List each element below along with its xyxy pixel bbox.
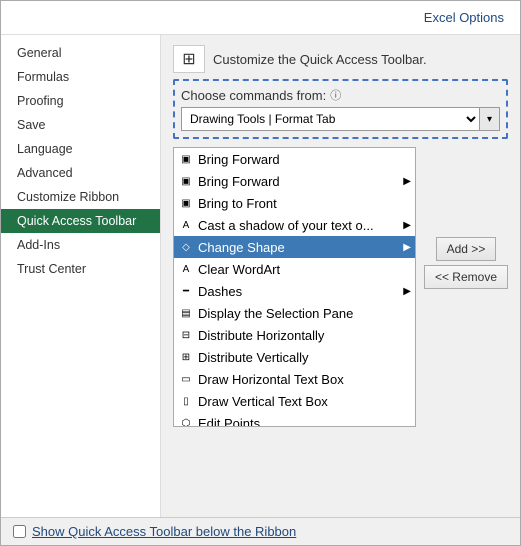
dialog-content: GeneralFormulasProofingSaveLanguageAdvan…	[1, 35, 520, 517]
cmd-label-12: Draw Vertical Text Box	[198, 394, 328, 409]
cmd-item-6[interactable]: A Clear WordArt	[174, 258, 415, 280]
bottom-bar-text[interactable]: Show Quick Access Toolbar below the Ribb…	[32, 524, 296, 539]
cmd-item-10[interactable]: ⊞ Distribute Vertically	[174, 346, 415, 368]
sidebar-item-advanced[interactable]: Advanced	[1, 161, 160, 185]
cmd-icon-4: A	[178, 217, 194, 233]
cmd-label-9: Distribute Horizontally	[198, 328, 324, 343]
cmd-item-1[interactable]: ▣ Bring Forward	[174, 148, 415, 170]
bottom-bar: Show Quick Access Toolbar below the Ribb…	[1, 517, 520, 545]
sidebar-item-quick-access-toolbar[interactable]: Quick Access Toolbar	[1, 209, 160, 233]
cmd-label-10: Distribute Vertically	[198, 350, 309, 365]
cmd-icon-8: ▤	[178, 305, 194, 321]
title-text: Excel Options	[424, 10, 504, 25]
dropdown-arrow-button[interactable]: ▾	[480, 107, 500, 131]
cmd-label-13: Edit Points	[198, 416, 260, 428]
cmd-label-7: Dashes	[198, 284, 242, 299]
cmd-item-4[interactable]: A Cast a shadow of your text o... ▶	[174, 214, 415, 236]
cmd-icon-7: ━	[178, 283, 194, 299]
cmd-label-3: Bring to Front	[198, 196, 277, 211]
cmd-icon-2: ▣	[178, 173, 194, 189]
dropdown-row: Drawing Tools | Format Tab ▾	[181, 107, 500, 131]
cmd-label-6: Clear WordArt	[198, 262, 280, 277]
sidebar-item-trust-center[interactable]: Trust Center	[1, 257, 160, 281]
sidebar-item-formulas[interactable]: Formulas	[1, 65, 160, 89]
sidebar-item-customize-ribbon[interactable]: Customize Ribbon	[1, 185, 160, 209]
cmd-label-2: Bring Forward	[198, 174, 280, 189]
cmd-item-11[interactable]: ▭ Draw Horizontal Text Box	[174, 368, 415, 390]
sidebar-item-general[interactable]: General	[1, 41, 160, 65]
commands-dropdown[interactable]: Drawing Tools | Format Tab	[181, 107, 480, 131]
commands-list[interactable]: ▣ Bring Forward ▣ Bring Forward ▶ ▣ Bring to F…	[173, 147, 416, 427]
cmd-label-4: Cast a shadow of your text o...	[198, 218, 374, 233]
cmd-arrow-2: ▶	[403, 176, 411, 187]
add-button[interactable]: Add >>	[436, 237, 497, 261]
cmd-icon-1: ▣	[178, 151, 194, 167]
cmd-icon-11: ▭	[178, 371, 194, 387]
show-below-ribbon-checkbox[interactable]	[13, 525, 26, 538]
cmd-item-5[interactable]: ◇ Change Shape ▶	[174, 236, 415, 258]
cmd-label-5: Change Shape	[198, 240, 285, 255]
dialog-title: Excel Options	[1, 1, 520, 35]
cmd-icon-6: A	[178, 261, 194, 277]
cmd-icon-5: ◇	[178, 239, 194, 255]
cmd-item-9[interactable]: ⊟ Distribute Horizontally	[174, 324, 415, 346]
info-icon: ⓘ	[330, 87, 341, 103]
cmd-item-8[interactable]: ▤ Display the Selection Pane	[174, 302, 415, 324]
cmd-icon-12: ▯	[178, 393, 194, 409]
main-panel: ⊞ Customize the Quick Access Toolbar. Ch…	[161, 35, 520, 517]
sidebar: GeneralFormulasProofingSaveLanguageAdvan…	[1, 35, 161, 517]
cmd-arrow-7: ▶	[403, 286, 411, 297]
choose-label: Choose commands from: ⓘ	[181, 87, 500, 103]
cmd-label-1: Bring Forward	[198, 152, 280, 167]
cmd-item-12[interactable]: ▯ Draw Vertical Text Box	[174, 390, 415, 412]
cmd-arrow-4: ▶	[403, 220, 411, 231]
cmd-item-2[interactable]: ▣ Bring Forward ▶	[174, 170, 415, 192]
customize-icon: ⊞	[173, 45, 205, 73]
sidebar-item-add-ins[interactable]: Add-Ins	[1, 233, 160, 257]
cmd-label-8: Display the Selection Pane	[198, 306, 353, 321]
customize-label-text: Customize the Quick Access Toolbar.	[213, 52, 427, 67]
cmd-item-3[interactable]: ▣ Bring to Front	[174, 192, 415, 214]
cmd-label-11: Draw Horizontal Text Box	[198, 372, 344, 387]
cmd-item-7[interactable]: ━ Dashes ▶	[174, 280, 415, 302]
customize-label-row: ⊞ Customize the Quick Access Toolbar.	[173, 45, 508, 73]
commands-section: Choose commands from: ⓘ Drawing Tools | …	[173, 79, 508, 139]
lists-row: ▣ Bring Forward ▣ Bring Forward ▶ ▣ Bring to F…	[173, 147, 508, 507]
cmd-icon-13: ⬡	[178, 415, 194, 427]
sidebar-item-save[interactable]: Save	[1, 113, 160, 137]
cmd-arrow-5: ▶	[403, 242, 411, 253]
cmd-icon-9: ⊟	[178, 327, 194, 343]
cmd-icon-10: ⊞	[178, 349, 194, 365]
choose-label-text: Choose commands from:	[181, 88, 326, 103]
remove-button[interactable]: << Remove	[424, 265, 508, 289]
excel-options-dialog: Excel Options GeneralFormulasProofingSav…	[0, 0, 521, 546]
cmd-item-13[interactable]: ⬡ Edit Points	[174, 412, 415, 427]
sidebar-item-language[interactable]: Language	[1, 137, 160, 161]
sidebar-item-proofing[interactable]: Proofing	[1, 89, 160, 113]
cmd-icon-3: ▣	[178, 195, 194, 211]
